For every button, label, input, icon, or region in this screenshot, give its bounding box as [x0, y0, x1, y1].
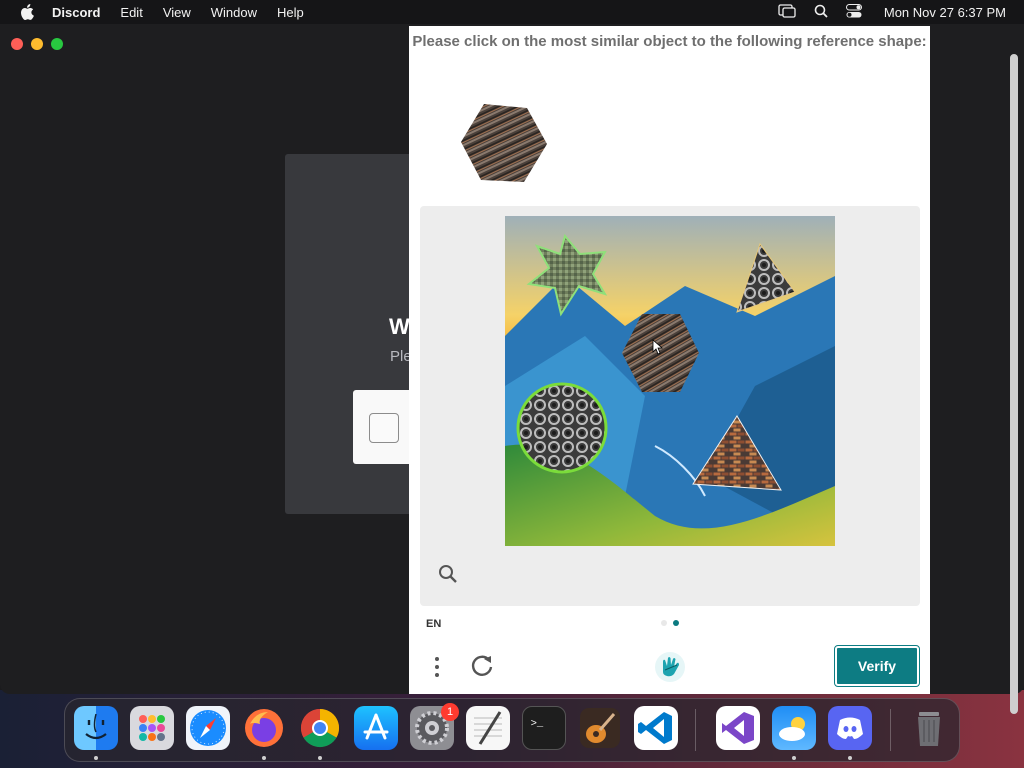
trash-icon[interactable] [907, 706, 951, 750]
screen-mirroring-icon[interactable] [778, 3, 796, 21]
menu-view[interactable]: View [163, 5, 191, 20]
page-dot-1 [661, 620, 667, 626]
apple-icon[interactable] [18, 3, 36, 21]
firefox-icon[interactable] [242, 706, 286, 750]
hcaptcha-logo-icon [653, 650, 687, 684]
chrome-running-indicator [318, 756, 322, 760]
captcha-prompt: Please click on the most similar object … [412, 33, 927, 50]
zoom-search-icon[interactable] [438, 564, 458, 584]
discord-running-indicator [848, 756, 852, 760]
task-area [420, 206, 920, 606]
textedit-icon[interactable] [466, 706, 510, 750]
finder-icon[interactable] [74, 706, 118, 750]
window-scrollbar[interactable] [1010, 54, 1018, 714]
terminal-icon[interactable]: >_ [522, 706, 566, 750]
visual-studio-icon[interactable] [716, 706, 760, 750]
launchpad-icon[interactable] [130, 706, 174, 750]
menu-clock[interactable]: Mon Nov 27 6:37 PM [884, 5, 1006, 20]
minimize-window-button[interactable] [31, 38, 43, 50]
dock-separator [695, 709, 696, 751]
firefox-running-indicator [262, 756, 266, 760]
system-settings-badge: 1 [441, 703, 459, 721]
close-window-button[interactable] [11, 38, 23, 50]
dock-separator-trash [890, 709, 891, 751]
menu-app-name[interactable]: Discord [52, 5, 100, 20]
more-options-icon[interactable] [431, 654, 443, 680]
menu-edit[interactable]: Edit [120, 5, 142, 20]
weather-icon[interactable] [772, 706, 816, 750]
vscode-icon[interactable] [634, 706, 678, 750]
spotlight-search-icon[interactable] [814, 4, 828, 21]
page-dot-2 [673, 620, 679, 626]
pagination-dots [661, 620, 679, 626]
menu-window[interactable]: Window [211, 5, 257, 20]
captcha-challenge: Please click on the most similar object … [409, 26, 930, 694]
modal-heading: W [389, 314, 410, 339]
svg-text:>_: >_ [531, 718, 544, 730]
dock: >_ [64, 698, 960, 762]
reference-hexagon-shape [461, 104, 547, 182]
refresh-icon[interactable] [469, 653, 495, 679]
control-center-icon[interactable] [845, 3, 862, 21]
safari-icon[interactable] [186, 706, 230, 750]
verify-button[interactable]: Verify [834, 645, 920, 687]
finder-running-indicator [94, 756, 98, 760]
challenge-image[interactable] [505, 216, 835, 546]
login-modal: W Ple [285, 154, 425, 514]
language-selector[interactable]: EN [426, 618, 441, 630]
garageband-icon[interactable] [578, 706, 622, 750]
app-store-icon[interactable] [354, 706, 398, 750]
discord-icon[interactable] [828, 706, 872, 750]
zoom-window-button[interactable] [51, 38, 63, 50]
captcha-checkbox[interactable] [369, 413, 399, 443]
menu-bar: Discord Edit View Window Help Mon Nov 27… [0, 0, 1024, 24]
menu-help[interactable]: Help [277, 5, 304, 20]
chrome-icon[interactable] [298, 706, 342, 750]
weather-running-indicator [792, 756, 796, 760]
